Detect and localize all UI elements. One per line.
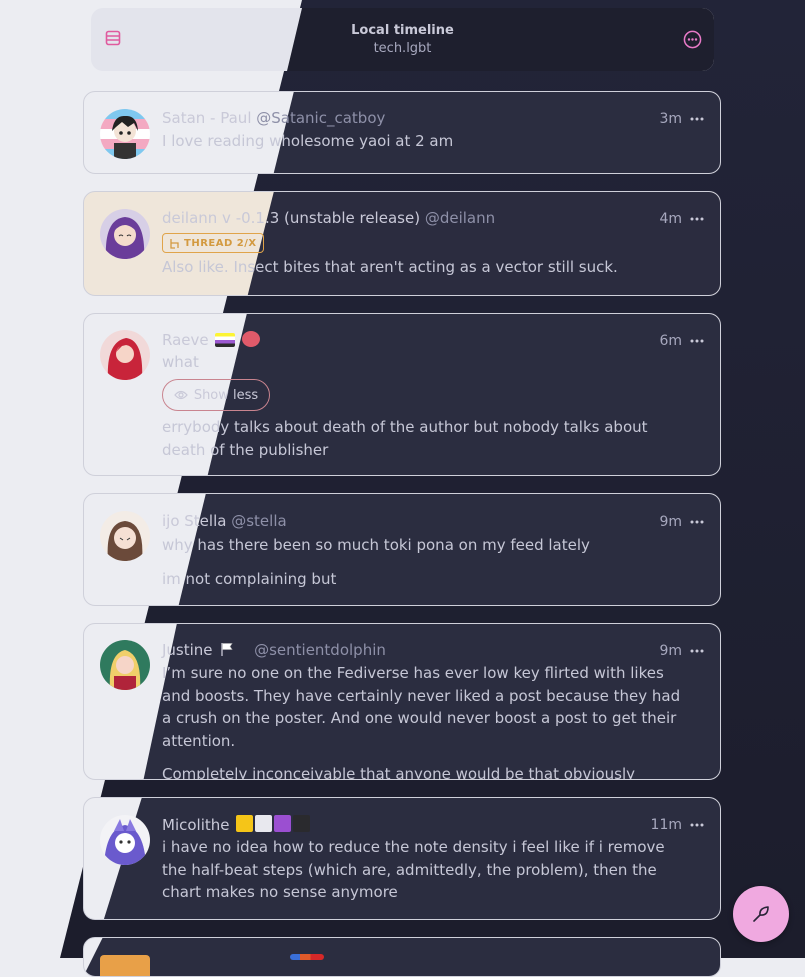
author-line[interactable]: ijo Stella @stella [162, 512, 287, 530]
display-name[interactable]: Raeve [162, 331, 209, 349]
show-less-label: Show less [193, 387, 259, 403]
post-text: Also like. Insect bites that aren't acti… [162, 256, 684, 279]
white-square-emoji [255, 815, 273, 832]
more-icon[interactable] [690, 823, 704, 827]
timestamp[interactable]: 11m [651, 817, 682, 833]
avatar[interactable] [100, 955, 150, 976]
post-card[interactable]: Satan - Paul @Satanic_catboy 3m I love r… [83, 91, 721, 174]
avatar[interactable] [100, 640, 150, 690]
page-title: Local timeline [351, 23, 454, 38]
avatar[interactable] [100, 815, 150, 865]
more-icon[interactable] [690, 649, 704, 653]
timeline-header: Local timeline tech.lgbt [91, 8, 714, 71]
white-flag-emoji [221, 643, 233, 656]
author-line[interactable]: Micolithe [162, 815, 311, 834]
timestamp[interactable]: 6m [659, 333, 682, 349]
post-paragraph: I’m sure no one on the Fediverse has eve… [162, 664, 681, 750]
instance-name: tech.lgbt [373, 41, 432, 56]
show-less-button[interactable]: Show less [162, 379, 270, 411]
handle[interactable]: @Satanic_catboy [256, 109, 385, 127]
more-icon[interactable] [690, 520, 704, 524]
timestamp[interactable]: 4m [659, 211, 682, 227]
timestamp[interactable]: 3m [659, 111, 682, 127]
display-name[interactable]: ijo Stella [162, 512, 226, 530]
avatar[interactable] [100, 330, 150, 380]
avatar[interactable] [100, 209, 150, 259]
post-paragraph: I love reading wholesome yaoi at 2 am [162, 132, 454, 150]
post-text: I love reading wholesome yaoi at 2 am [162, 130, 684, 153]
post-paragraph: errybody talks about death of the author… [162, 418, 648, 459]
handle[interactable]: @stella [231, 512, 286, 530]
feather-pen-icon [753, 906, 769, 922]
timestamp[interactable]: 9m [659, 643, 682, 659]
thread-icon [170, 238, 179, 249]
avatar[interactable] [100, 109, 150, 159]
post-paragraph: i have no idea how to reduce the note de… [162, 838, 665, 901]
handle[interactable]: @deilann [425, 209, 495, 227]
black-square-emoji [293, 815, 311, 832]
post-text: why has there been so much toki pona on … [162, 534, 684, 590]
post-card-partial[interactable] [83, 937, 721, 977]
avatar[interactable] [100, 511, 150, 561]
post-paragraph: why has there been so much toki pona on … [162, 536, 590, 554]
eye-icon [174, 390, 188, 400]
display-name[interactable]: deilann v -0.1.3 (unstable release) [162, 209, 420, 227]
post-text: I’m sure no one on the Fediverse has eve… [162, 662, 684, 780]
post-paragraph: Also like. Insect bites that aren't acti… [162, 258, 618, 276]
author-line[interactable]: Justine @sentientdolphin [162, 641, 386, 659]
post-card[interactable]: deilann v -0.1.3 (unstable release) @dei… [83, 191, 721, 296]
handle[interactable]: @sentientdolphin [254, 641, 386, 659]
yellow-square-emoji [236, 815, 254, 832]
display-name[interactable]: Micolithe [162, 816, 230, 834]
post-card[interactable]: Justine @sentientdolphin 9m I’m sure no … [83, 623, 721, 780]
more-icon[interactable] [690, 339, 704, 343]
purple-square-emoji [274, 815, 292, 832]
post-text: i have no idea how to reduce the note de… [162, 836, 684, 904]
author-line[interactable]: Raeve [162, 331, 261, 349]
display-name[interactable]: Justine [162, 641, 213, 659]
thread-badge-label: THREAD 2/X [184, 237, 257, 249]
cat-emoji [242, 331, 261, 347]
post-paragraph: im not complaining but [162, 569, 337, 588]
content-warning: what [162, 353, 199, 371]
author-line[interactable]: Satan - Paul @Satanic_catboy [162, 109, 385, 127]
author-line[interactable]: deilann v -0.1.3 (unstable release) @dei… [162, 209, 495, 227]
post-card[interactable]: ijo Stella @stella 9m why has there been… [83, 493, 721, 606]
compose-button[interactable] [733, 886, 789, 942]
more-circle-icon[interactable] [683, 30, 702, 49]
more-icon[interactable] [690, 217, 704, 221]
post-paragraph: Completely inconceivable that anyone wou… [162, 765, 636, 780]
flag-emoji [290, 954, 324, 960]
thread-badge[interactable]: THREAD 2/X [162, 233, 264, 253]
flag-emoji [215, 333, 236, 347]
post-card[interactable]: Raeve 6m what Show less errybody talks a… [83, 313, 721, 476]
timestamp[interactable]: 9m [659, 514, 682, 530]
post-card[interactable]: Micolithe 11m i have no idea how to redu… [83, 797, 721, 920]
more-icon[interactable] [690, 117, 704, 121]
display-name[interactable]: Satan - Paul [162, 109, 251, 127]
post-text: errybody talks about death of the author… [162, 416, 684, 461]
